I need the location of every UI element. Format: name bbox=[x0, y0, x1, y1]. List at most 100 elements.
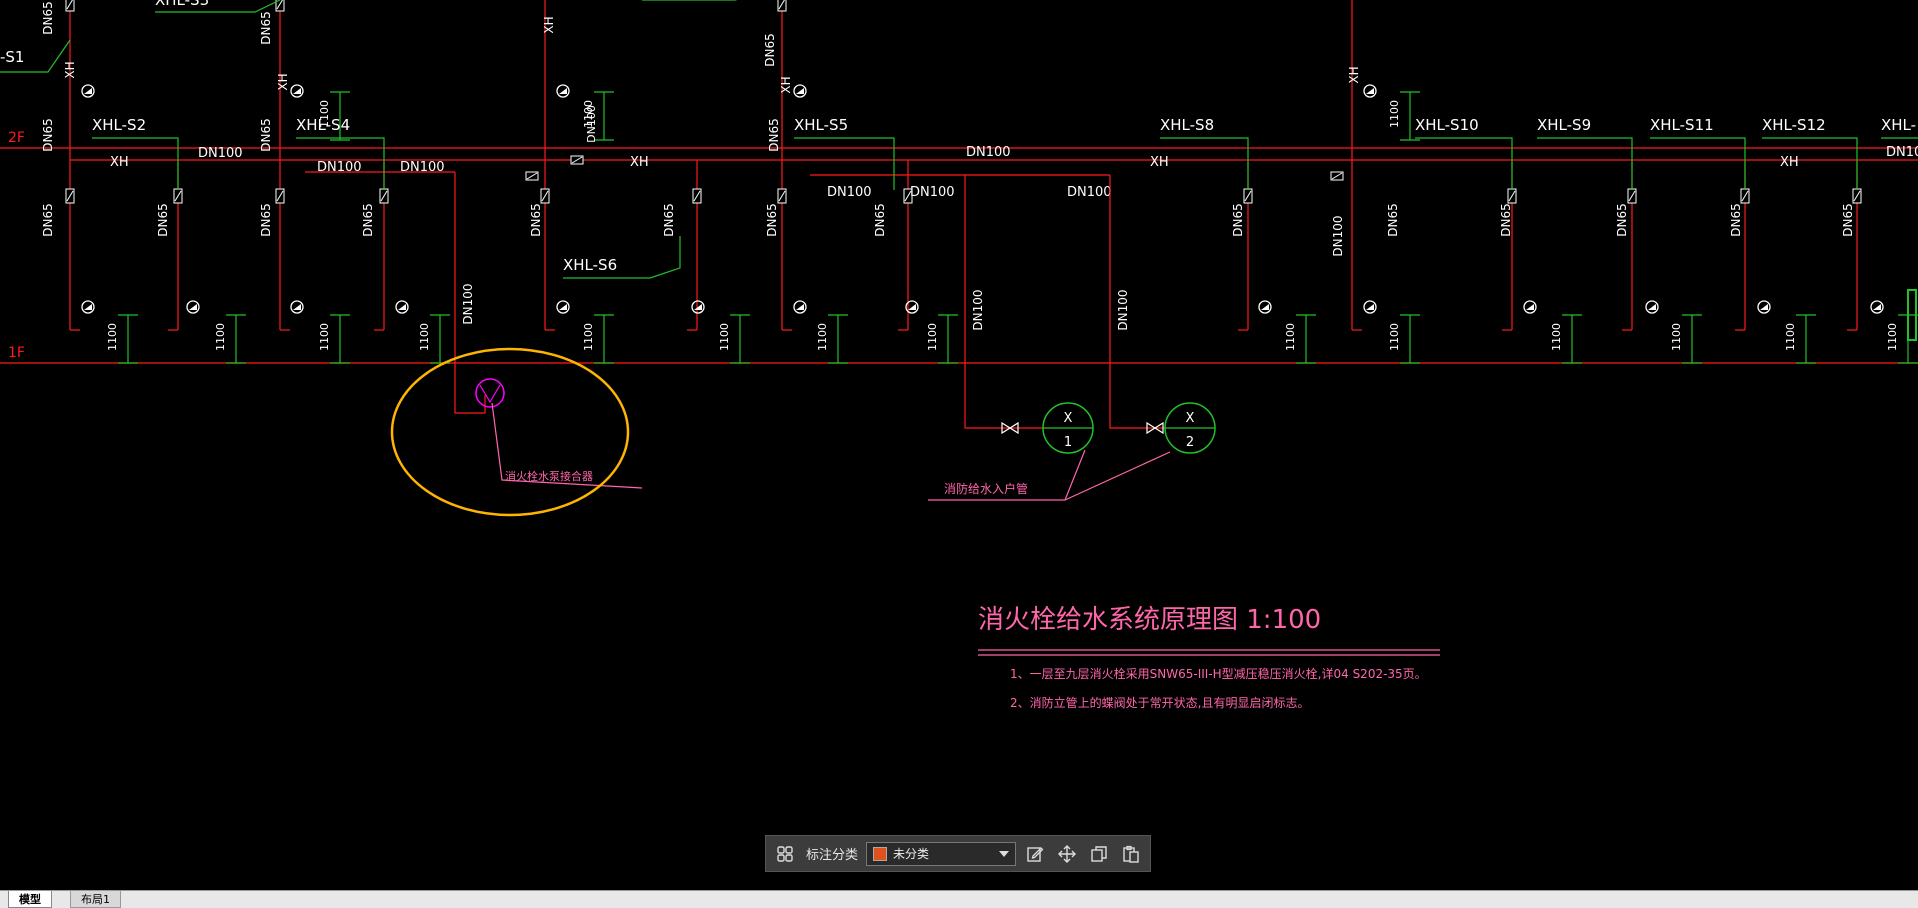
drawing-title: 消火栓给水系统原理图 1:100 bbox=[978, 605, 1321, 635]
dn65-label: DN65 bbox=[259, 118, 273, 152]
selected-category: 未分类 bbox=[893, 847, 930, 861]
zone-leader-line bbox=[92, 137, 179, 190]
dn65-label: DN65 bbox=[41, 203, 55, 237]
height-label: 1100 bbox=[926, 323, 939, 351]
hydrant-fill-icon bbox=[1366, 304, 1374, 310]
inlet-label-bottom: 2 bbox=[1186, 435, 1194, 450]
dn65-label: DN65 bbox=[259, 203, 273, 237]
hydrant-fill-icon bbox=[796, 88, 804, 94]
hydrant-fill-icon bbox=[189, 304, 197, 310]
floor-label-2f: 2F bbox=[8, 130, 25, 146]
drawing-note-2: 2、消防立管上的蝶阀处于常开状态,且有明显启闭标志。 bbox=[1010, 695, 1309, 710]
xh-label: XH bbox=[779, 76, 793, 93]
zone-label: XHL-S6 bbox=[563, 256, 617, 274]
dn100-label: DN100 bbox=[827, 185, 872, 200]
zone-leader-line bbox=[1160, 137, 1249, 190]
floor-label-1f: 1F bbox=[8, 345, 25, 361]
dn65-label: DN65 bbox=[1841, 203, 1855, 237]
height-label: 1100 bbox=[418, 323, 431, 351]
dn100-label: DN100 bbox=[1331, 215, 1345, 256]
dn100-label: DN100 bbox=[317, 160, 362, 175]
height-label: 1100 bbox=[1886, 323, 1899, 351]
dn100-label: DN100 bbox=[400, 160, 445, 175]
hydrant-fill-icon bbox=[1366, 88, 1374, 94]
chevron-down-icon bbox=[999, 850, 1010, 857]
dn65-label: DN65 bbox=[41, 118, 55, 152]
dn100-label: DN100 bbox=[1067, 185, 1112, 200]
height-label: 1100 bbox=[106, 323, 119, 351]
xh-label: XH bbox=[630, 155, 649, 170]
dn100-label: DN100 bbox=[461, 283, 475, 324]
layout-tab-bar: 模型 布局1 bbox=[0, 890, 1918, 908]
hydrant-fill-icon bbox=[796, 304, 804, 310]
zone-leader-line bbox=[1415, 137, 1513, 190]
dn100-label: DN100 bbox=[198, 146, 243, 161]
hydrant-fill-icon bbox=[1873, 304, 1881, 310]
hydrant-fill-icon bbox=[398, 304, 406, 310]
dn65-label: DN65 bbox=[529, 203, 543, 237]
hydrant-fill-icon bbox=[559, 304, 567, 310]
xh-label: XH bbox=[1150, 155, 1169, 170]
height-label: 1100 bbox=[1670, 323, 1683, 351]
dn65-label: DN65 bbox=[873, 203, 887, 237]
hydrant-fill-icon bbox=[1261, 304, 1269, 310]
xh-label: XH bbox=[276, 73, 290, 90]
zone-label: XHL-S12 bbox=[1762, 116, 1826, 134]
zone-label: XHL-S2 bbox=[92, 116, 146, 134]
annotation-category-select[interactable]: 未分类 bbox=[866, 841, 1017, 866]
zone-label: XHL-S4 bbox=[296, 116, 350, 134]
height-label: 1100 bbox=[1388, 323, 1401, 351]
grid-icon[interactable] bbox=[772, 841, 798, 867]
dn65-label: DN65 bbox=[765, 203, 779, 237]
dn100-label: DN100 bbox=[910, 185, 955, 200]
zone-leader-line bbox=[1650, 137, 1746, 190]
zone-label: XHL-S5 bbox=[794, 116, 848, 134]
drawing-note-1: 1、一层至九层消火栓采用SNW65-III-H型减压稳压消火栓,详04 S202… bbox=[1010, 666, 1427, 681]
height-label: 1100 bbox=[318, 323, 331, 351]
dn100-label: DN100 bbox=[966, 145, 1011, 160]
dn65-label: DN65 bbox=[1231, 203, 1245, 237]
height-label: 1100 bbox=[1550, 323, 1563, 351]
hydrant-fill-icon bbox=[84, 304, 92, 310]
xh-label: XH bbox=[542, 16, 556, 33]
height-label: 1100 bbox=[1284, 323, 1297, 351]
zone-label: XHL- bbox=[1881, 116, 1916, 134]
xh-label: XH bbox=[1780, 155, 1799, 170]
paste-icon[interactable] bbox=[1118, 841, 1144, 867]
dn100-label: DN100 bbox=[971, 289, 985, 330]
annotation-toolbar: 标注分类 未分类 bbox=[765, 835, 1151, 872]
hydrant-fill-icon bbox=[84, 88, 92, 94]
dn65-label: DN65 bbox=[156, 203, 170, 237]
move-icon[interactable] bbox=[1054, 841, 1080, 867]
tab-layout1[interactable]: 布局1 bbox=[70, 891, 121, 908]
annotation-category-label: 标注分类 bbox=[806, 848, 859, 863]
hydrant-fill-icon bbox=[908, 304, 916, 310]
hydrant-fill-icon bbox=[293, 304, 301, 310]
dn100-label: DN100 bbox=[585, 105, 598, 143]
dn100-label: DN10 bbox=[1886, 145, 1918, 160]
hydrant-fill-icon bbox=[1526, 304, 1534, 310]
height-label: 1100 bbox=[816, 323, 829, 351]
hydrant-fill-icon bbox=[1648, 304, 1656, 310]
drawing-canvas[interactable]: 2F 1F 1100 1100 1100 1100 1100 1100 1100 1100 1100… bbox=[0, 0, 1918, 890]
pump-adapter-mark-icon bbox=[479, 384, 501, 404]
zone-leader-line bbox=[1537, 137, 1633, 190]
zone-label: -S1 bbox=[0, 48, 24, 66]
height-label: 1100 bbox=[718, 323, 731, 351]
edit-icon[interactable] bbox=[1022, 841, 1048, 867]
tab-model[interactable]: 模型 bbox=[8, 891, 52, 908]
dn65-label: DN65 bbox=[259, 11, 273, 45]
hydrant-fill-icon bbox=[559, 88, 567, 94]
xh-label: XH bbox=[110, 155, 129, 170]
inlet-label-top: X bbox=[1186, 411, 1195, 426]
height-label: 1100 bbox=[582, 323, 595, 351]
cad-drawing: 2F 1F 1100 1100 1100 1100 1100 1100 1100 1100 1100… bbox=[0, 0, 1918, 710]
dn65-label: DN65 bbox=[41, 1, 55, 35]
zone-label: XHL-S10 bbox=[1415, 116, 1479, 134]
dn65-label: DN65 bbox=[361, 203, 375, 237]
dn65-label: DN65 bbox=[767, 118, 781, 152]
copy-icon[interactable] bbox=[1086, 841, 1112, 867]
dn65-label: DN65 bbox=[1499, 203, 1513, 237]
height-label: 1100 bbox=[1784, 323, 1797, 351]
inlet-label-bottom: 1 bbox=[1064, 435, 1072, 450]
